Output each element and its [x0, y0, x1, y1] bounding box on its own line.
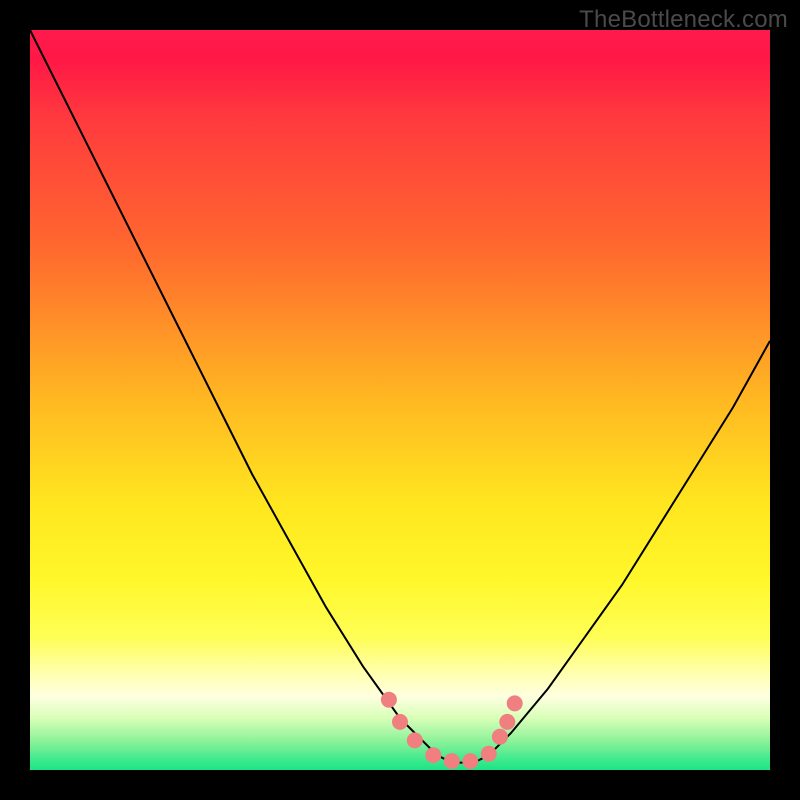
- data-marker: [425, 747, 441, 763]
- bottleneck-curve: [30, 30, 770, 763]
- chart-svg: [30, 30, 770, 770]
- data-marker: [381, 692, 397, 708]
- data-marker: [481, 746, 497, 762]
- data-marker: [492, 729, 508, 745]
- data-marker: [462, 753, 478, 769]
- chart-frame: TheBottleneck.com: [0, 0, 800, 800]
- watermark-text: TheBottleneck.com: [579, 6, 788, 34]
- data-marker: [499, 714, 515, 730]
- data-marker: [444, 753, 460, 769]
- marker-group: [381, 692, 523, 769]
- data-marker: [507, 695, 523, 711]
- data-marker: [392, 714, 408, 730]
- plot-area: [30, 30, 770, 770]
- data-marker: [407, 732, 423, 748]
